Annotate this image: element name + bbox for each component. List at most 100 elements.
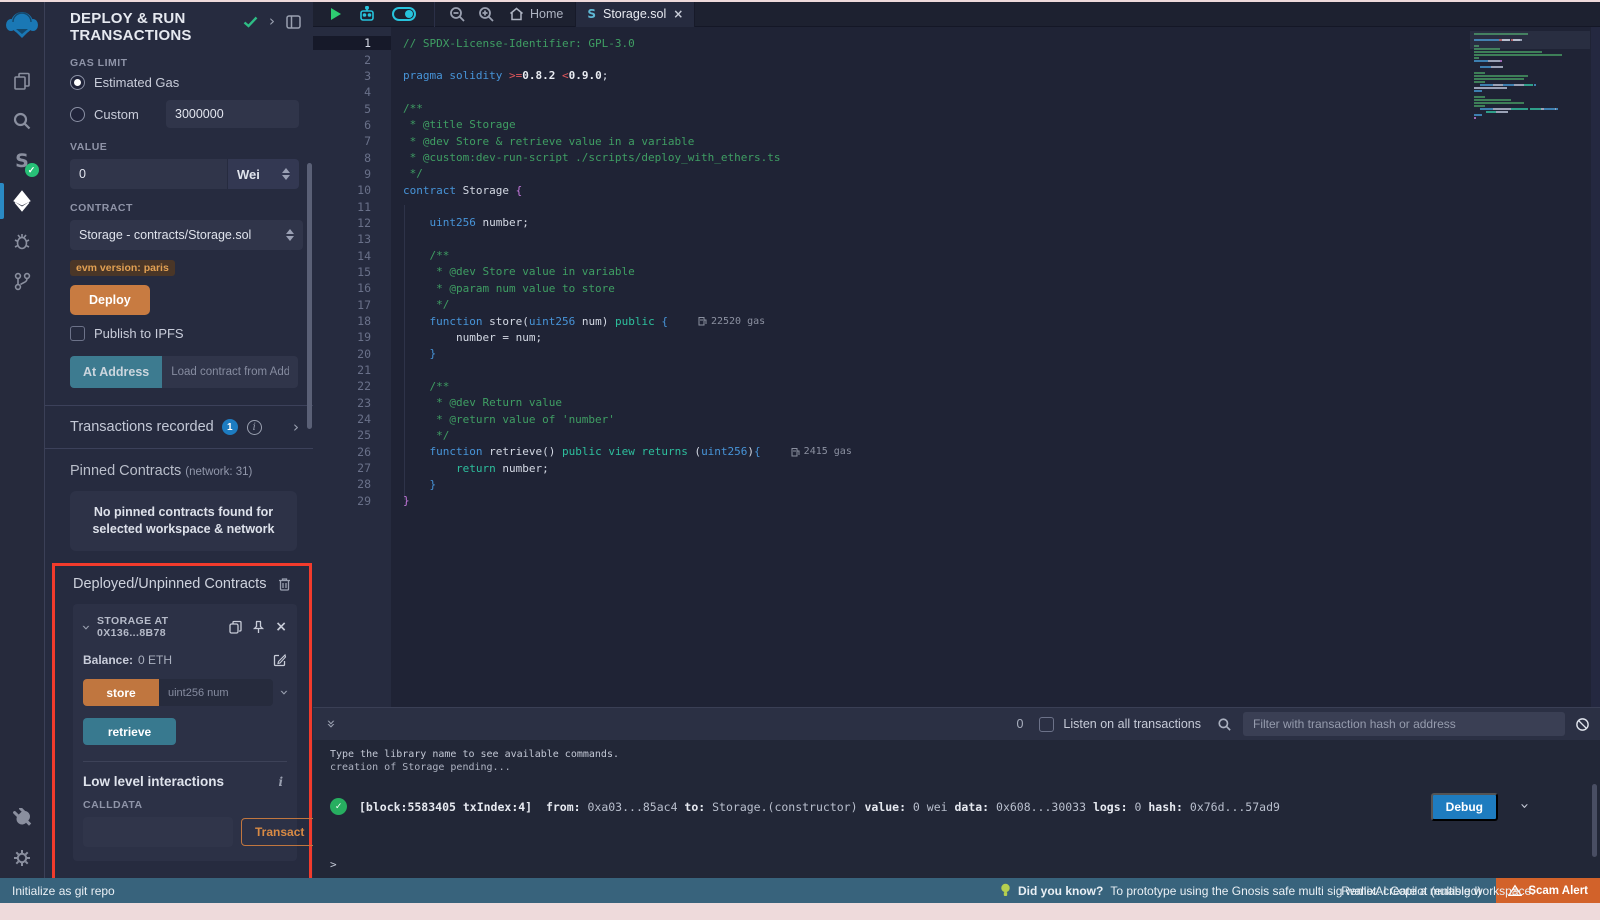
- panel-scrollbar[interactable]: [307, 163, 312, 429]
- collapse-terminal-icon[interactable]: »: [323, 719, 341, 728]
- code-line[interactable]: 7 * @dev Store & retrieve value in a var…: [313, 133, 1600, 149]
- code-text: pragma solidity >=0.8.2 <0.9.0;: [391, 69, 608, 82]
- code-line[interactable]: 21: [313, 362, 1600, 378]
- minimap-line: [1474, 51, 1586, 53]
- terminal-prompt[interactable]: >: [330, 858, 337, 871]
- retrieve-function-button[interactable]: retrieve: [83, 718, 176, 745]
- deploy-button[interactable]: Deploy: [70, 285, 150, 315]
- trash-icon[interactable]: [278, 577, 291, 591]
- debug-button[interactable]: Debug: [1431, 793, 1498, 821]
- line-number: 26: [313, 445, 391, 459]
- pin-panel-icon[interactable]: [286, 15, 301, 29]
- git-init-status[interactable]: Initialize as git repo: [12, 884, 115, 898]
- deploy-and-run-icon[interactable]: [0, 181, 45, 221]
- terminal: » 0 Listen on all transactions Type the …: [313, 707, 1600, 878]
- zoom-in-icon[interactable]: [478, 6, 495, 23]
- line-number: 28: [313, 477, 391, 491]
- publish-ipfs-checkbox[interactable]: [70, 326, 85, 341]
- tab-home[interactable]: Home: [509, 7, 563, 21]
- code-line[interactable]: 17 */: [313, 297, 1600, 313]
- terminal-log[interactable]: Type the library name to see available c…: [313, 740, 1600, 878]
- code-line[interactable]: 1// SPDX-License-Identifier: GPL-3.0: [313, 35, 1600, 51]
- debugger-icon[interactable]: [0, 221, 45, 261]
- code-line[interactable]: 14 /**: [313, 247, 1600, 263]
- listen-all-checkbox[interactable]: [1039, 717, 1054, 732]
- terminal-scrollbar[interactable]: [1592, 784, 1597, 857]
- code-line[interactable]: 22 /**: [313, 378, 1600, 394]
- code-line[interactable]: 11: [313, 198, 1600, 214]
- tab-storage-sol[interactable]: S Storage.sol ×: [575, 2, 695, 27]
- code-line[interactable]: 19 number = num;: [313, 329, 1600, 345]
- expand-args-icon[interactable]: ›: [277, 690, 292, 696]
- close-tab-icon[interactable]: ×: [673, 7, 683, 21]
- code-editor[interactable]: 1// SPDX-License-Identifier: GPL-3.023pr…: [313, 27, 1600, 707]
- collapse-instance-icon[interactable]: ›: [79, 624, 94, 630]
- at-address-input[interactable]: [162, 356, 298, 388]
- copy-address-icon[interactable]: [229, 620, 242, 634]
- expand-tx-icon[interactable]: ›: [1516, 803, 1534, 809]
- transact-button[interactable]: Transact: [241, 818, 318, 846]
- panel-forward-icon[interactable]: ›: [269, 14, 275, 29]
- estimated-gas-radio[interactable]: [70, 75, 85, 90]
- contract-select[interactable]: Storage - contracts/Storage.sol: [70, 220, 303, 250]
- code-text: * @title Storage: [391, 118, 516, 131]
- store-function-button[interactable]: store: [83, 679, 159, 706]
- store-arg-input[interactable]: [159, 679, 273, 706]
- editor-toolbar: Home S Storage.sol ×: [313, 2, 1600, 27]
- pin-contract-icon[interactable]: [252, 620, 265, 634]
- solidity-compiler-icon[interactable]: S ✓: [0, 141, 45, 181]
- code-line[interactable]: 20 }: [313, 346, 1600, 362]
- ai-assistant-icon[interactable]: [358, 6, 376, 23]
- run-script-icon[interactable]: [331, 8, 341, 20]
- transaction-log-row[interactable]: ✓ [block:5583405 txIndex:4] from: 0xa03.…: [330, 798, 1450, 815]
- file-explorer-icon[interactable]: [0, 61, 45, 101]
- minimap-line: [1474, 108, 1586, 110]
- code-line[interactable]: 8 * @custom:dev-run-script ./scripts/dep…: [313, 149, 1600, 165]
- code-line[interactable]: 3pragma solidity >=0.8.2 <0.9.0;: [313, 68, 1600, 84]
- search-icon[interactable]: [0, 101, 45, 141]
- copilot-toggle[interactable]: [392, 7, 416, 21]
- zoom-out-icon[interactable]: [449, 6, 466, 23]
- settings-gear-icon[interactable]: [0, 838, 45, 878]
- code-line[interactable]: 24 * @return value of 'number': [313, 411, 1600, 427]
- at-address-button[interactable]: At Address: [70, 356, 162, 388]
- value-input[interactable]: [70, 159, 227, 189]
- low-level-info-icon[interactable]: i: [278, 775, 283, 789]
- code-area[interactable]: 1// SPDX-License-Identifier: GPL-3.023pr…: [313, 35, 1600, 509]
- terminal-intro-line: Type the library name to see available c…: [313, 740, 1600, 760]
- editor-minimap[interactable]: [1474, 33, 1586, 120]
- plugin-manager-icon[interactable]: [0, 798, 45, 838]
- code-line[interactable]: 9 */: [313, 166, 1600, 182]
- code-line[interactable]: 13: [313, 231, 1600, 247]
- code-line[interactable]: 12 uint256 number;: [313, 215, 1600, 231]
- transactions-recorded-row[interactable]: Transactions recorded 1 i ›: [45, 406, 313, 448]
- code-line[interactable]: 2: [313, 51, 1600, 67]
- code-line[interactable]: 27 return number;: [313, 460, 1600, 476]
- code-line[interactable]: 5/**: [313, 100, 1600, 116]
- editor-scrollbar[interactable]: [1591, 27, 1600, 707]
- value-unit-select[interactable]: Wei: [228, 159, 299, 189]
- custom-gas-radio[interactable]: [70, 107, 85, 122]
- code-line[interactable]: 10contract Storage {: [313, 182, 1600, 198]
- tx-filter-input[interactable]: [1243, 712, 1565, 736]
- git-icon[interactable]: [0, 261, 45, 301]
- expand-recorded-icon[interactable]: ›: [293, 420, 299, 435]
- code-line[interactable]: 15 * @dev Store value in variable: [313, 264, 1600, 280]
- close-instance-icon[interactable]: ×: [275, 619, 287, 635]
- code-line[interactable]: 4: [313, 84, 1600, 100]
- code-line[interactable]: 29}: [313, 493, 1600, 509]
- code-line[interactable]: 26 function retrieve() public view retur…: [313, 444, 1600, 460]
- code-line[interactable]: 28 }: [313, 476, 1600, 492]
- code-line[interactable]: 18 function store(uint256 num) public {2…: [313, 313, 1600, 329]
- code-line[interactable]: 6 * @title Storage: [313, 117, 1600, 133]
- edit-balance-icon[interactable]: [273, 653, 287, 667]
- contract-label: CONTRACT: [70, 202, 299, 214]
- code-line[interactable]: 23 * @dev Return value: [313, 395, 1600, 411]
- calldata-input[interactable]: [83, 817, 233, 847]
- home-icon: [509, 7, 524, 21]
- code-line[interactable]: 25 */: [313, 427, 1600, 443]
- code-line[interactable]: 16 * @param num value to store: [313, 280, 1600, 296]
- remix-logo-icon[interactable]: [5, 8, 39, 47]
- custom-gas-input[interactable]: [166, 100, 299, 128]
- clear-console-icon[interactable]: [1575, 717, 1590, 732]
